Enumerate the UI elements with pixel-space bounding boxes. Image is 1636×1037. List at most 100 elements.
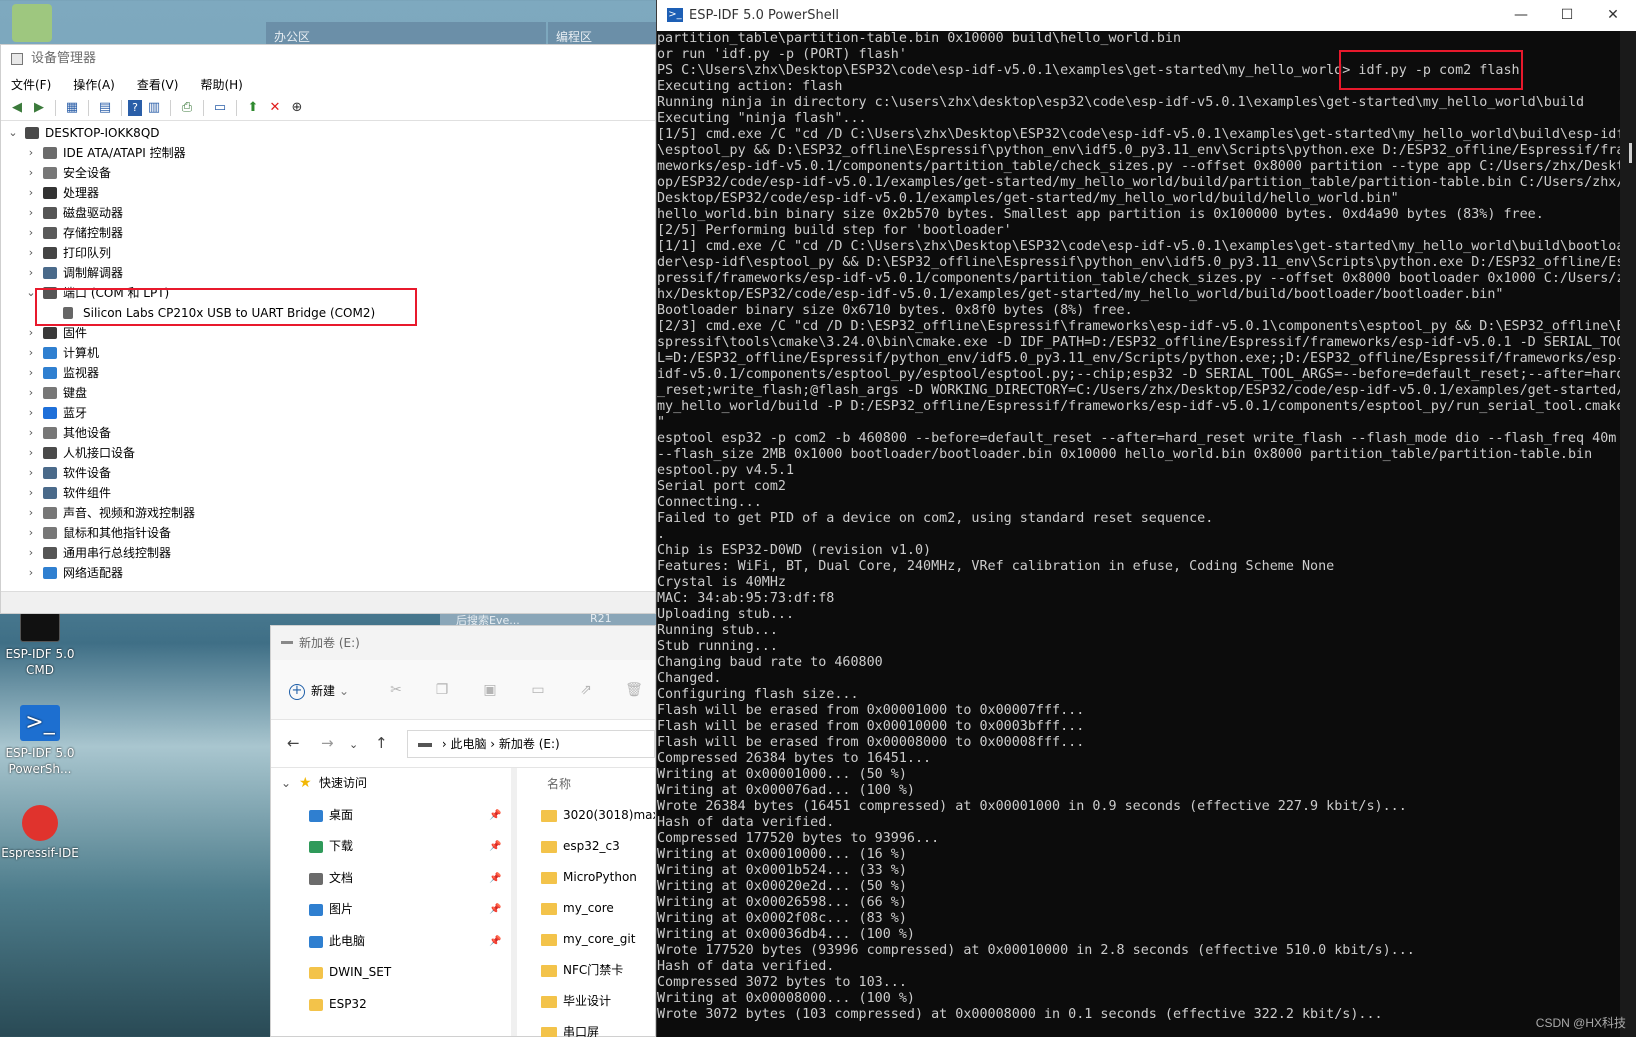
tree-item[interactable]: › 通用串行总线控制器	[1, 543, 655, 563]
chevron-right-icon[interactable]: ›	[25, 183, 37, 203]
up-icon[interactable]: ↑	[375, 734, 388, 752]
chevron-right-icon[interactable]: ›	[25, 383, 37, 403]
file-row[interactable]: esp32_c3	[519, 831, 655, 862]
back-icon[interactable]: ←	[287, 734, 300, 752]
chevron-right-icon[interactable]: ›	[25, 523, 37, 543]
sidebar-item[interactable]: 桌面 📌	[271, 800, 511, 832]
uninstall-icon[interactable]: ✕	[265, 98, 285, 118]
download-icon[interactable]: ⊕	[287, 98, 307, 118]
properties-icon[interactable]: ▦	[62, 98, 82, 118]
chevron-right-icon[interactable]: ›	[25, 563, 37, 583]
file-row[interactable]: my_core_git	[519, 924, 655, 955]
tree-item[interactable]: › 人机接口设备	[1, 443, 655, 463]
rename-icon[interactable]: ▭	[529, 682, 547, 700]
chevron-right-icon[interactable]: ›	[25, 403, 37, 423]
chevron-right-icon[interactable]: ›	[25, 463, 37, 483]
update-driver-icon[interactable]: ⬆	[243, 98, 263, 118]
minimize-button[interactable]: —	[1498, 0, 1544, 31]
file-row[interactable]: 3020(3018)max	[519, 800, 655, 831]
print-icon[interactable]: ⎙	[177, 98, 197, 118]
menu-help[interactable]: 帮助(H)	[200, 76, 242, 93]
chevron-right-icon[interactable]: ›	[25, 263, 37, 283]
file-row[interactable]: MicroPython	[519, 862, 655, 893]
tree-item[interactable]: › 其他设备	[1, 423, 655, 443]
sidebar-item-quick-access[interactable]: ⌄ ★ 快速访问	[271, 768, 511, 800]
desktop-app-icon[interactable]	[12, 4, 52, 42]
cut-icon[interactable]: ✂	[387, 682, 405, 700]
chevron-down-icon[interactable]: ⌄	[349, 738, 358, 751]
back-icon[interactable]: ◀	[7, 98, 27, 118]
breadcrumb-drive[interactable]: 新加卷 (E:)	[499, 737, 560, 751]
paste-icon[interactable]: ▣	[481, 682, 499, 700]
delete-icon[interactable]: 🗑	[625, 682, 643, 700]
tree-item[interactable]: › 蓝牙	[1, 403, 655, 423]
desktop-icon-espressif-ide[interactable]: Espressif-IDE	[0, 805, 80, 861]
scrollbar-thumb[interactable]	[1629, 143, 1632, 163]
pane-splitter[interactable]	[511, 768, 517, 1036]
background-tab-office[interactable]: 办公区	[266, 22, 546, 44]
chevron-right-icon[interactable]: ›	[25, 143, 37, 163]
desktop-icon-esp-idf-cmd[interactable]: ESP-IDF 5.0 CMD	[0, 612, 80, 678]
chevron-right-icon[interactable]: ›	[25, 423, 37, 443]
file-row[interactable]: my_core	[519, 893, 655, 924]
sidebar-item[interactable]: ESP32	[271, 989, 511, 1021]
column-header-name[interactable]: 名称	[519, 768, 655, 800]
chevron-right-icon[interactable]: ›	[25, 363, 37, 383]
tree-item[interactable]: › 网络适配器	[1, 563, 655, 583]
monitor-icon[interactable]: ▭	[210, 98, 230, 118]
tree-item[interactable]: › 磁盘驱动器	[1, 203, 655, 223]
tree-item[interactable]: › 声音、视频和游戏控制器	[1, 503, 655, 523]
tree-item[interactable]: › 软件设备	[1, 463, 655, 483]
breadcrumb-this-pc[interactable]: 此电脑	[450, 737, 486, 751]
tree-item[interactable]: › 调制解调器	[1, 263, 655, 283]
title-bar[interactable]: 新加卷 (E:)	[271, 626, 655, 660]
help-icon[interactable]: ?	[128, 99, 142, 116]
close-button[interactable]: ✕	[1590, 0, 1636, 31]
new-button[interactable]: + 新建 ⌄	[289, 682, 349, 700]
chevron-right-icon[interactable]: ›	[25, 243, 37, 263]
sidebar-item[interactable]: 下载 📌	[271, 831, 511, 863]
address-bar[interactable]: › 此电脑 › 新加卷 (E:)	[407, 730, 655, 758]
scrollbar[interactable]	[1620, 31, 1636, 1037]
copy-icon[interactable]: ❐	[433, 682, 451, 700]
file-row[interactable]: 毕业设计	[519, 986, 655, 1017]
chevron-right-icon[interactable]: ›	[25, 163, 37, 183]
menu-file[interactable]: 文件(F)	[11, 76, 51, 93]
tree-item[interactable]: › 打印队列	[1, 243, 655, 263]
tree-item[interactable]: › 处理器	[1, 183, 655, 203]
file-row[interactable]: 串口屏	[519, 1017, 655, 1037]
forward-icon[interactable]: →	[321, 734, 334, 752]
forward-icon[interactable]: ▶	[29, 98, 49, 118]
collapse-icon[interactable]: ⌄	[7, 123, 19, 143]
title-bar[interactable]: >_ ESP-IDF 5.0 PowerShell — ☐ ✕	[657, 0, 1636, 31]
chevron-right-icon[interactable]: ›	[25, 543, 37, 563]
tree-item[interactable]: › 软件组件	[1, 483, 655, 503]
background-tab-coding[interactable]: 编程区	[548, 22, 656, 44]
chevron-right-icon[interactable]: ›	[25, 483, 37, 503]
pin-icon[interactable]: 📌	[489, 894, 501, 926]
maximize-button[interactable]: ☐	[1544, 0, 1590, 31]
pin-icon[interactable]: 📌	[489, 800, 501, 832]
console-output[interactable]: partition_table\partition-table.bin 0x10…	[657, 31, 1620, 1037]
tree-item[interactable]: › 计算机	[1, 343, 655, 363]
chevron-right-icon[interactable]: ›	[25, 203, 37, 223]
sidebar-item[interactable]: DWIN_SET	[271, 957, 511, 989]
menu-view[interactable]: 查看(V)	[137, 76, 179, 93]
list-icon[interactable]: ▥	[144, 98, 164, 118]
sidebar-item[interactable]: 文档 📌	[271, 863, 511, 895]
tree-item[interactable]: › 安全设备	[1, 163, 655, 183]
share-icon[interactable]: ⇗	[577, 682, 595, 700]
chevron-right-icon[interactable]: ›	[25, 223, 37, 243]
desktop-icon-esp-idf-powershell[interactable]: >_ ESP-IDF 5.0 PowerSh...	[0, 705, 80, 777]
chevron-right-icon[interactable]: ›	[25, 343, 37, 363]
pin-icon[interactable]: 📌	[489, 831, 501, 863]
tree-item[interactable]: › IDE ATA/ATAPI 控制器	[1, 143, 655, 163]
tree-item[interactable]: › 固件	[1, 323, 655, 343]
view-icon[interactable]: ▤	[95, 98, 115, 118]
tree-item[interactable]: › 存储控制器	[1, 223, 655, 243]
chevron-right-icon[interactable]: ›	[25, 323, 37, 343]
chevron-right-icon[interactable]: ›	[25, 503, 37, 523]
pin-icon[interactable]: 📌	[489, 926, 501, 958]
tree-root[interactable]: ⌄ DESKTOP-IOKK8QD	[1, 123, 655, 143]
file-row[interactable]: NFC门禁卡	[519, 955, 655, 986]
